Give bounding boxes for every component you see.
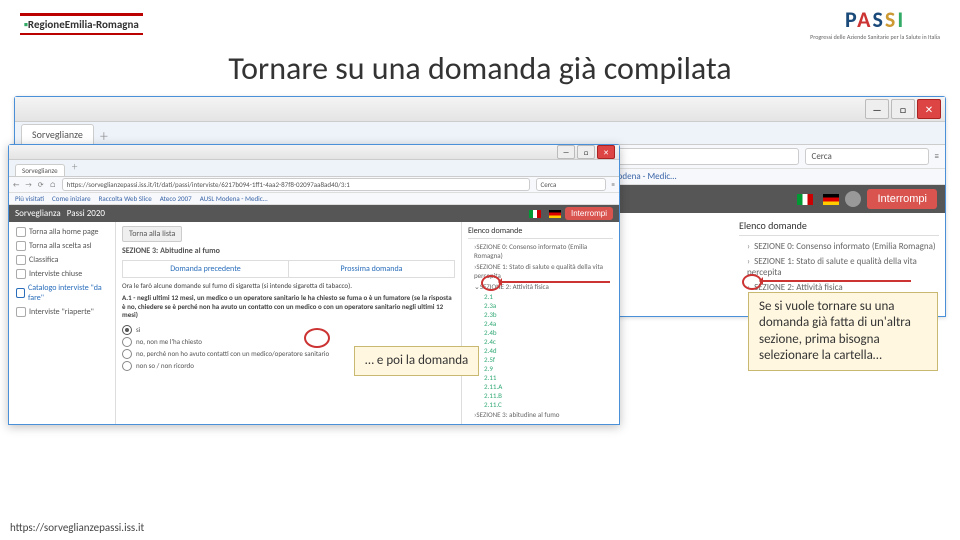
question-panel: Torna alla lista SEZIONE 3: Abitudine al… xyxy=(116,222,462,424)
user-icon[interactable] xyxy=(845,191,861,207)
footer-url: https://sorveglianzepassi.iss.it xyxy=(10,521,144,534)
arrow-icon xyxy=(500,281,610,283)
radio-icon xyxy=(122,349,132,359)
flag-it-icon[interactable] xyxy=(529,210,541,218)
maximize-icon[interactable]: □ xyxy=(891,99,915,119)
back-to-list-button[interactable]: Torna alla lista xyxy=(122,226,182,242)
minimize-icon[interactable]: — xyxy=(865,99,889,119)
sidebar-front: Torna alla home page Torna alla scelta a… xyxy=(9,222,116,424)
address-bar[interactable]: https://sorveglianzepassi.iss.it/it/dati… xyxy=(62,178,530,191)
flag-de-icon[interactable] xyxy=(549,210,561,218)
arrow-icon xyxy=(761,280,911,282)
radio-icon xyxy=(122,361,132,371)
radio-icon xyxy=(122,325,132,335)
option-row[interactable]: sì xyxy=(122,324,455,336)
interrupt-button[interactable]: Interrompi xyxy=(565,207,613,220)
prev-question-button[interactable]: Domanda precedente xyxy=(123,261,289,277)
passi-logo: PASSI Progressi delle Aziende Sanitarie … xyxy=(810,6,940,41)
maximize-icon[interactable]: □ xyxy=(577,145,595,159)
callout-2: Se si vuole tornare su una domanda già f… xyxy=(748,292,938,371)
close-icon[interactable]: ✕ xyxy=(917,99,941,119)
region-logo: ▪RegioneEmilia-Romagna xyxy=(20,13,143,35)
search-box[interactable]: Cerca xyxy=(805,148,929,165)
slide-title: Tornare su una domanda già compilata xyxy=(0,49,960,88)
callout-1: … e poi la domanda xyxy=(354,346,479,376)
radio-icon xyxy=(122,337,132,347)
new-tab-icon[interactable]: ＋ xyxy=(94,126,114,144)
question-intro: Ora le farò alcune domande sul fumo di s… xyxy=(122,282,455,290)
question-list-front: Elenco domande ›SEZIONE 0: Consenso info… xyxy=(462,222,619,424)
browser-tab[interactable]: Sorveglianze xyxy=(21,124,94,144)
question-text: A.1 - negli ultimi 12 mesi, un medico o … xyxy=(122,293,452,319)
minimize-icon[interactable]: — xyxy=(557,145,575,159)
menu-icon[interactable]: ≡ xyxy=(935,151,939,162)
interrupt-button[interactable]: Interrompi xyxy=(867,189,937,209)
next-question-button[interactable]: Prossima domanda xyxy=(289,261,454,277)
browser-window-front: — □ ✕ Sorveglianze＋ ←→⟳⌂ https://sorvegl… xyxy=(8,144,620,425)
flag-de-icon[interactable] xyxy=(823,194,839,205)
flag-it-icon[interactable] xyxy=(797,194,813,205)
highlight-circle xyxy=(304,328,330,348)
close-icon[interactable]: ✕ xyxy=(597,145,615,159)
